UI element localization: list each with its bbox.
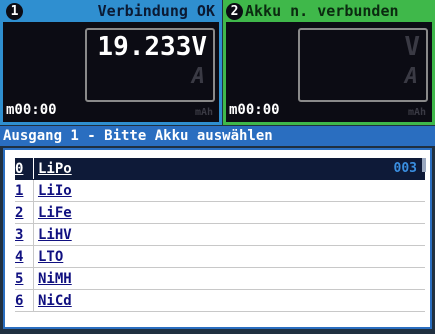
list-item-index: 2 [15, 204, 24, 221]
list-item[interactable]: 0 LiPo 003 [15, 158, 425, 180]
list-item[interactable]: 3 LiHV [15, 224, 425, 246]
output-2-readout: V A [298, 28, 428, 102]
output-2-voltage-unit: V [404, 32, 420, 62]
charger-screen: 1 Verbindung OK 19.233V A m00:00 mAh 2 A… [0, 0, 435, 334]
section-title: Ausgang 1 - Bitte Akku auswählen [0, 126, 435, 146]
output-2-capacity-unit: mAh [407, 107, 426, 118]
list-item-label: LTO [33, 246, 63, 267]
list-item[interactable]: 5 NiMH [15, 268, 425, 290]
battery-type-list: 0 LiPo 003 1 LiIo 2 LiFe 3 LiHV 4 LTO 5 NiMH 6 NiCd [3, 148, 432, 329]
output-1-number: 1 [6, 2, 23, 20]
output-2-timer: m00:00 [229, 102, 280, 118]
output-1-readout: 19.233V A [85, 28, 215, 102]
output-1-header: 1 Verbindung OK [3, 0, 219, 22]
list-item[interactable]: 2 LiFe [15, 202, 425, 224]
list-item-label: LiHV [33, 224, 72, 245]
output-2-status: Akku n. verbunden [245, 2, 399, 20]
list-item-index: 1 [15, 182, 24, 199]
output-1-status: Verbindung OK [97, 2, 215, 20]
list-item[interactable]: 4 LTO [15, 246, 425, 268]
output-1-timer: m00:00 [6, 102, 57, 118]
list-item-label: LiIo [33, 180, 72, 201]
list-item-index: 0 [15, 160, 24, 177]
output-2-number: 2 [226, 2, 243, 20]
output-1-voltage: 19.233V [97, 32, 207, 62]
list-scrollbar[interactable] [422, 158, 426, 172]
battery-list-rows: 0 LiPo 003 1 LiIo 2 LiFe 3 LiHV 4 LTO 5 NiMH 6 NiCd [15, 158, 425, 312]
list-item-label: NiMH [33, 268, 72, 289]
output-1-current-unit: A [191, 64, 205, 89]
list-item[interactable]: 1 LiIo [15, 180, 425, 202]
output-1-panel[interactable]: 1 Verbindung OK 19.233V A m00:00 mAh [0, 0, 222, 125]
list-item-label: LiPo [33, 158, 72, 179]
output-1-capacity-unit: mAh [194, 107, 213, 118]
list-item[interactable]: 6 NiCd [15, 290, 425, 312]
list-item-label: NiCd [33, 290, 72, 311]
list-item-index: 6 [15, 292, 24, 309]
output-2-panel[interactable]: 2 Akku n. verbunden V A m00:00 mAh [223, 0, 435, 125]
list-item-label: LiFe [33, 202, 72, 223]
list-item-index: 4 [15, 248, 24, 265]
list-item-index: 5 [15, 270, 24, 287]
output-2-header: 2 Akku n. verbunden [226, 0, 432, 22]
output-2-current-unit: A [404, 64, 418, 89]
selected-count: 003 [393, 161, 417, 176]
list-item-index: 3 [15, 226, 24, 243]
